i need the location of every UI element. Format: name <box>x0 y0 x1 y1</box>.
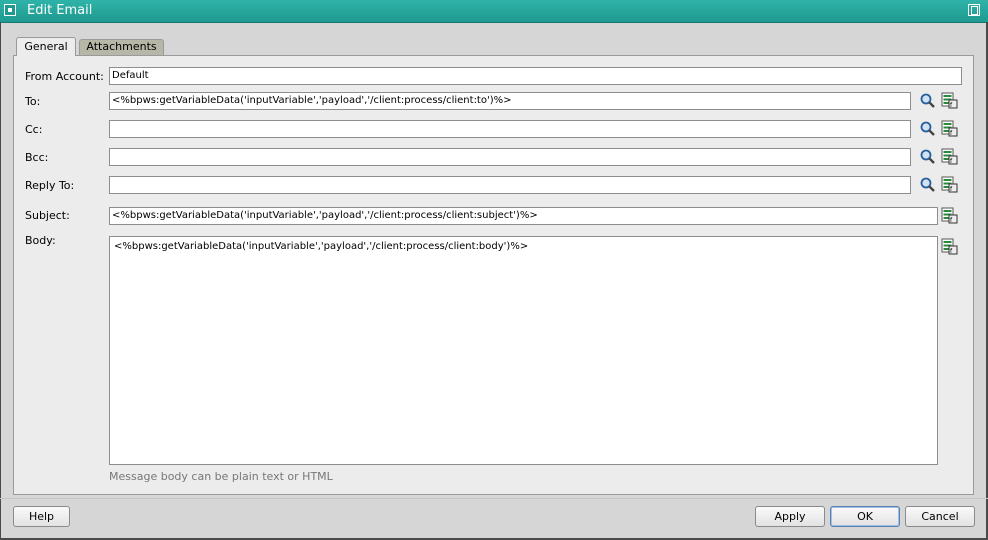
cc-field[interactable] <box>109 120 911 138</box>
bcc-field[interactable] <box>109 148 911 166</box>
apply-button[interactable]: Apply <box>755 506 825 527</box>
reply-to-field[interactable] <box>109 176 911 194</box>
window-frame-left <box>0 22 1 540</box>
cc-label: Cc: <box>25 123 43 136</box>
maximize-icon[interactable] <box>968 4 980 16</box>
cancel-button[interactable]: Cancel <box>905 506 975 527</box>
reply-to-search-icon[interactable] <box>919 176 936 193</box>
window-menu-icon[interactable] <box>4 4 16 16</box>
bcc-search-icon[interactable] <box>919 148 936 165</box>
reply-to-label: Reply To: <box>25 179 75 192</box>
body-textarea[interactable]: <%bpws:getVariableData('inputVariable','… <box>109 236 938 465</box>
to-field[interactable]: <%bpws:getVariableData('inputVariable','… <box>109 92 911 110</box>
button-bar-separator <box>0 498 988 499</box>
reply-to-expression-builder-icon[interactable]: f <box>941 176 958 193</box>
to-search-icon[interactable] <box>919 92 936 109</box>
title-bar: Edit Email <box>0 0 988 23</box>
body-hint-text: Message body can be plain text or HTML <box>109 470 333 483</box>
cc-expression-builder-icon[interactable]: f <box>941 120 958 137</box>
help-button[interactable]: Help <box>13 506 70 527</box>
subject-field[interactable]: <%bpws:getVariableData('inputVariable','… <box>109 207 938 225</box>
bcc-expression-builder-icon[interactable]: f <box>941 148 958 165</box>
cc-search-icon[interactable] <box>919 120 936 137</box>
window-title: Edit Email <box>27 3 93 18</box>
from-account-label: From Account: <box>25 70 104 83</box>
from-account-field[interactable]: Default <box>109 67 962 85</box>
subject-expression-builder-icon[interactable]: f <box>941 207 958 224</box>
to-label: To: <box>25 95 41 108</box>
ok-button[interactable]: OK <box>830 506 900 527</box>
to-expression-builder-icon[interactable]: f <box>941 92 958 109</box>
subject-label: Subject: <box>25 209 70 222</box>
tab-general[interactable]: General <box>16 37 76 56</box>
body-expression-builder-icon[interactable]: f <box>941 238 958 255</box>
bcc-label: Bcc: <box>25 151 49 164</box>
body-label: Body: <box>25 234 56 247</box>
tab-attachments[interactable]: Attachments <box>79 39 164 55</box>
